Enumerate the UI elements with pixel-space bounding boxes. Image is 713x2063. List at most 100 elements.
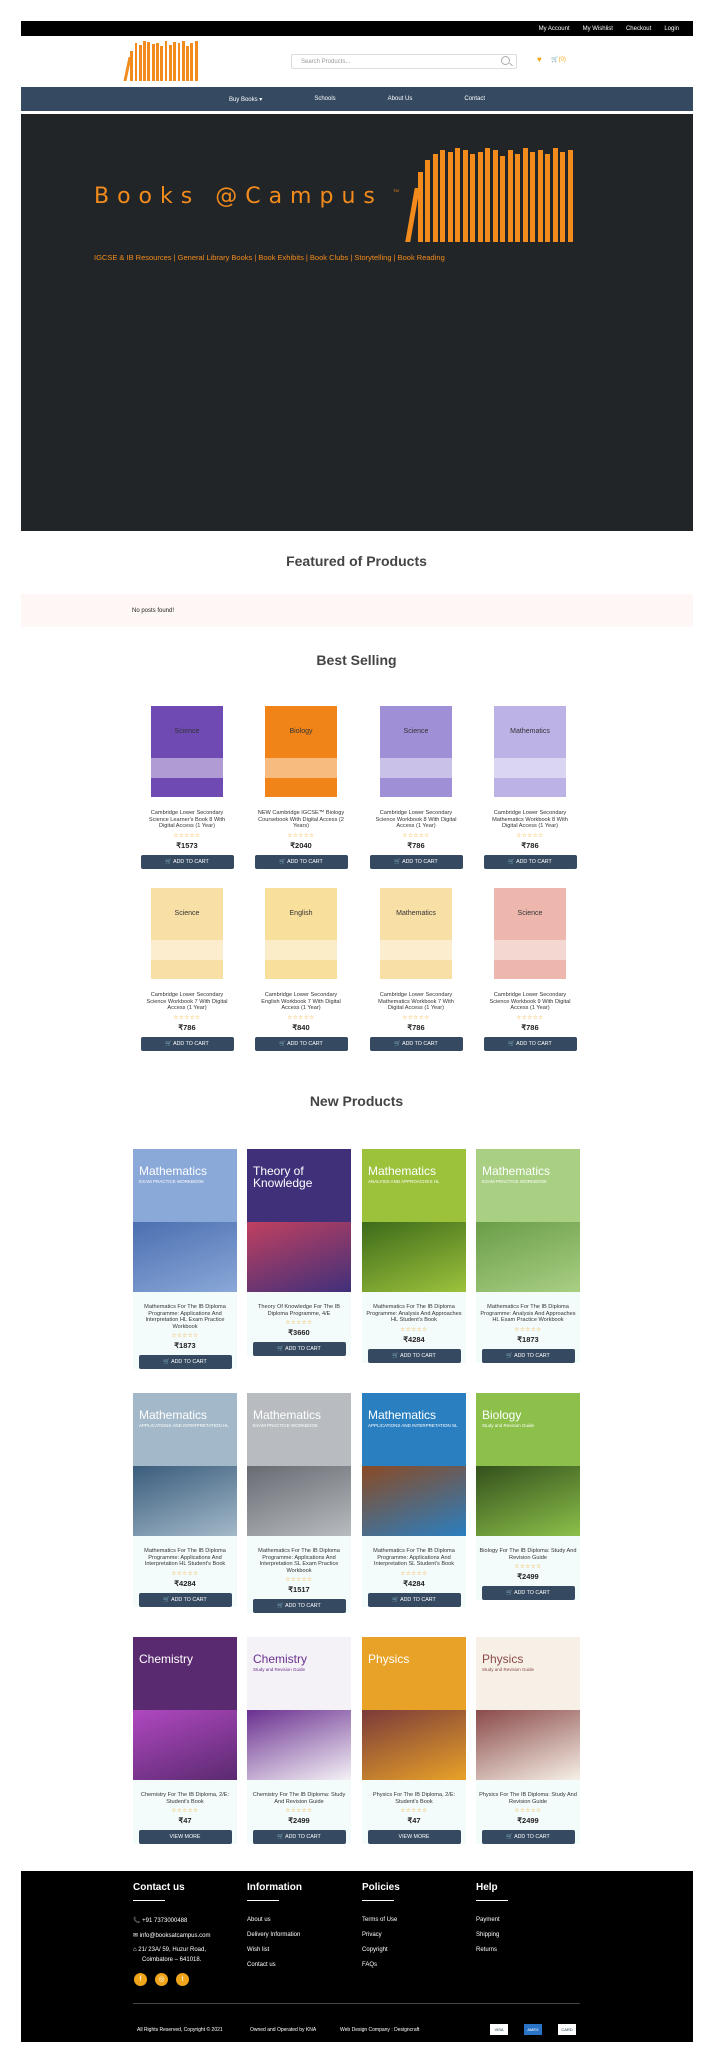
product-card[interactable]: Science Cambridge Lower Secondary Scienc… <box>368 706 464 869</box>
add-to-cart-button[interactable]: 🛒 ADD TO CART <box>367 1348 461 1363</box>
product-card[interactable]: Mathematics APPLICATIONS AND INTERPRETATI… <box>362 1393 466 1607</box>
nav-buy-books[interactable]: Buy Books ▾ <box>229 96 262 103</box>
product-card[interactable]: Mathematics EXAM PRACTICE WORKBOOK Mathem… <box>476 1149 580 1363</box>
checkout-link[interactable]: Checkout <box>626 26 651 32</box>
book-cover[interactable]: Mathematics EXAM PRACTICE WORKBOOK <box>476 1149 580 1292</box>
book-cover[interactable]: Biology Study and Revision Guide <box>476 1393 580 1536</box>
book-cover[interactable]: Mathematics APPLICATIONS AND INTERPRETATI… <box>133 1393 237 1536</box>
product-card[interactable]: Biology NEW Cambridge IGCSE™ Biology Cou… <box>253 706 349 869</box>
site-logo[interactable] <box>123 41 200 81</box>
book-cover[interactable]: Science <box>494 888 566 979</box>
footer-link-wishlist[interactable]: Wish list <box>247 1947 269 1953</box>
product-title[interactable]: Cambridge Lower Secondary English Workbo… <box>253 992 349 1012</box>
product-card[interactable]: Mathematics APPLICATIONS AND INTERPRETATI… <box>133 1393 237 1607</box>
footer-link-faqs[interactable]: FAQs <box>362 1962 377 1968</box>
add-to-cart-button[interactable]: 🛒 ADD TO CART <box>138 1592 232 1607</box>
product-title[interactable]: Cambridge Lower Secondary Science Workbo… <box>368 810 464 830</box>
product-title[interactable]: Mathematics For The IB Diploma Programme… <box>362 1548 466 1568</box>
instagram-icon[interactable]: ◎ <box>155 1973 168 1986</box>
nav-schools[interactable]: Schools <box>314 96 335 102</box>
facebook-icon[interactable]: f <box>134 1973 147 1986</box>
product-card[interactable]: Physics Physics For The IB Diploma, 2/E:… <box>362 1637 466 1845</box>
book-cover[interactable]: Mathematics <box>380 888 452 979</box>
add-to-cart-button[interactable]: 🛒 ADD TO CART <box>252 1342 346 1357</box>
search-icon[interactable] <box>501 56 510 65</box>
product-card[interactable]: Science Cambridge Lower Secondary Scienc… <box>482 888 578 1051</box>
twitter-icon[interactable]: t <box>176 1973 189 1986</box>
add-to-cart-button[interactable]: 🛒 ADD TO CART <box>254 854 348 869</box>
add-to-cart-button[interactable]: 🛒 ADD TO CART <box>483 1036 577 1051</box>
product-card[interactable]: Mathematics ANALYSIS AND APPROACHES HL Ma… <box>362 1149 466 1363</box>
footer-link-privacy[interactable]: Privacy <box>362 1932 382 1938</box>
my-wishlist-link[interactable]: My Wishlist <box>583 26 613 32</box>
cart-button[interactable]: 🛒(0) <box>551 56 566 63</box>
book-cover[interactable]: Chemistry Study and Revision Guide <box>247 1637 351 1780</box>
add-to-cart-button[interactable]: 🛒 ADD TO CART <box>138 1355 232 1370</box>
product-card[interactable]: English Cambridge Lower Secondary Englis… <box>253 888 349 1051</box>
add-to-cart-button[interactable]: 🛒 ADD TO CART <box>369 854 463 869</box>
footer-email[interactable]: ✉ info@booksatcampus.com <box>133 1932 211 1939</box>
footer-link-terms[interactable]: Terms of Use <box>362 1917 397 1923</box>
add-to-cart-button[interactable]: 🛒 ADD TO CART <box>252 1830 346 1845</box>
product-title[interactable]: Mathematics For The IB Diploma Programme… <box>247 1548 351 1574</box>
product-title[interactable]: Cambridge Lower Secondary Science Workbo… <box>482 992 578 1012</box>
book-cover[interactable]: Mathematics <box>494 706 566 797</box>
product-title[interactable]: Mathematics For The IB Diploma Programme… <box>362 1304 466 1324</box>
footer-link-about[interactable]: About us <box>247 1917 271 1923</box>
design-credit[interactable]: Web Design Company : Designcraft <box>340 2027 419 2033</box>
product-title[interactable]: Cambridge Lower Secondary Science Workbo… <box>139 992 235 1012</box>
nav-about-us[interactable]: About Us <box>388 96 413 102</box>
product-card[interactable]: Theory of Knowledge Theory Of Knowledge … <box>247 1149 351 1357</box>
add-to-cart-button[interactable]: 🛒 ADD TO CART <box>140 854 234 869</box>
book-cover[interactable]: Chemistry <box>133 1637 237 1780</box>
product-title[interactable]: Biology For The IB Diploma: Study And Re… <box>476 1548 580 1561</box>
book-cover[interactable]: Theory of Knowledge <box>247 1149 351 1292</box>
product-title[interactable]: Chemistry For The IB Diploma, 2/E: Stude… <box>133 1792 237 1805</box>
product-title[interactable]: Chemistry For The IB Diploma: Study And … <box>247 1792 351 1805</box>
book-cover[interactable]: Physics Study and Revision Guide <box>476 1637 580 1780</box>
search-input[interactable]: Search Products... <box>291 54 517 69</box>
product-card[interactable]: Mathematics Cambridge Lower Secondary Ma… <box>482 706 578 869</box>
book-cover[interactable]: Physics <box>362 1637 466 1780</box>
product-title[interactable]: Physics For The IB Diploma, 2/E: Student… <box>362 1792 466 1805</box>
product-title[interactable]: Cambridge Lower Secondary Mathematics Wo… <box>368 992 464 1012</box>
product-title[interactable]: Mathematics For The IB Diploma Programme… <box>133 1548 237 1568</box>
heart-icon[interactable]: ♥ <box>537 55 542 64</box>
footer-link-delivery[interactable]: Delivery Information <box>247 1932 300 1938</box>
book-cover[interactable]: Science <box>151 888 223 979</box>
product-card[interactable]: Chemistry Study and Revision Guide Chemis… <box>247 1637 351 1845</box>
footer-link-shipping[interactable]: Shipping <box>476 1932 499 1938</box>
book-cover[interactable]: English <box>265 888 337 979</box>
product-card[interactable]: Science Cambridge Lower Secondary Scienc… <box>139 888 235 1051</box>
add-to-cart-button[interactable]: 🛒 ADD TO CART <box>481 1348 575 1363</box>
book-cover[interactable]: Biology <box>265 706 337 797</box>
nav-contact[interactable]: Contact <box>464 96 485 102</box>
add-to-cart-button[interactable]: 🛒 ADD TO CART <box>367 1592 461 1607</box>
product-card[interactable]: Mathematics EXAM PRACTICE WORKBOOK Mathem… <box>247 1393 351 1614</box>
add-to-cart-button[interactable]: 🛒 ADD TO CART <box>140 1036 234 1051</box>
book-cover[interactable]: Science <box>380 706 452 797</box>
product-title[interactable]: NEW Cambridge IGCSE™ Biology Coursebook … <box>253 810 349 830</box>
book-cover[interactable]: Science <box>151 706 223 797</box>
product-card[interactable]: Mathematics EXAM PRACTICE WORKBOOK Mathem… <box>133 1149 237 1370</box>
product-card[interactable]: Mathematics Cambridge Lower Secondary Ma… <box>368 888 464 1051</box>
product-title[interactable]: Mathematics For The IB Diploma Programme… <box>476 1304 580 1324</box>
footer-link-payment[interactable]: Payment <box>476 1917 500 1923</box>
product-card[interactable]: Biology Study and Revision Guide Biology … <box>476 1393 580 1601</box>
book-cover[interactable]: Mathematics APPLICATIONS AND INTERPRETATI… <box>362 1393 466 1536</box>
product-title[interactable]: Cambridge Lower Secondary Mathematics Wo… <box>482 810 578 830</box>
footer-link-contact[interactable]: Contact us <box>247 1962 276 1968</box>
product-title[interactable]: Mathematics For The IB Diploma Programme… <box>133 1304 237 1330</box>
login-link[interactable]: Login <box>664 26 679 32</box>
my-account-link[interactable]: My Account <box>539 26 570 32</box>
add-to-cart-button[interactable]: 🛒 ADD TO CART <box>369 1036 463 1051</box>
add-to-cart-button[interactable]: 🛒 ADD TO CART <box>481 1586 575 1601</box>
view-more-button[interactable]: VIEW MORE <box>138 1830 232 1845</box>
product-card[interactable]: Physics Study and Revision Guide Physics … <box>476 1637 580 1845</box>
footer-link-returns[interactable]: Returns <box>476 1947 497 1953</box>
footer-phone[interactable]: 📞 +91 7373000488 <box>133 1917 187 1924</box>
add-to-cart-button[interactable]: 🛒 ADD TO CART <box>483 854 577 869</box>
product-card[interactable]: Chemistry Chemistry For The IB Diploma, … <box>133 1637 237 1845</box>
view-more-button[interactable]: VIEW MORE <box>367 1830 461 1845</box>
product-card[interactable]: Science Cambridge Lower Secondary Scienc… <box>139 706 235 869</box>
